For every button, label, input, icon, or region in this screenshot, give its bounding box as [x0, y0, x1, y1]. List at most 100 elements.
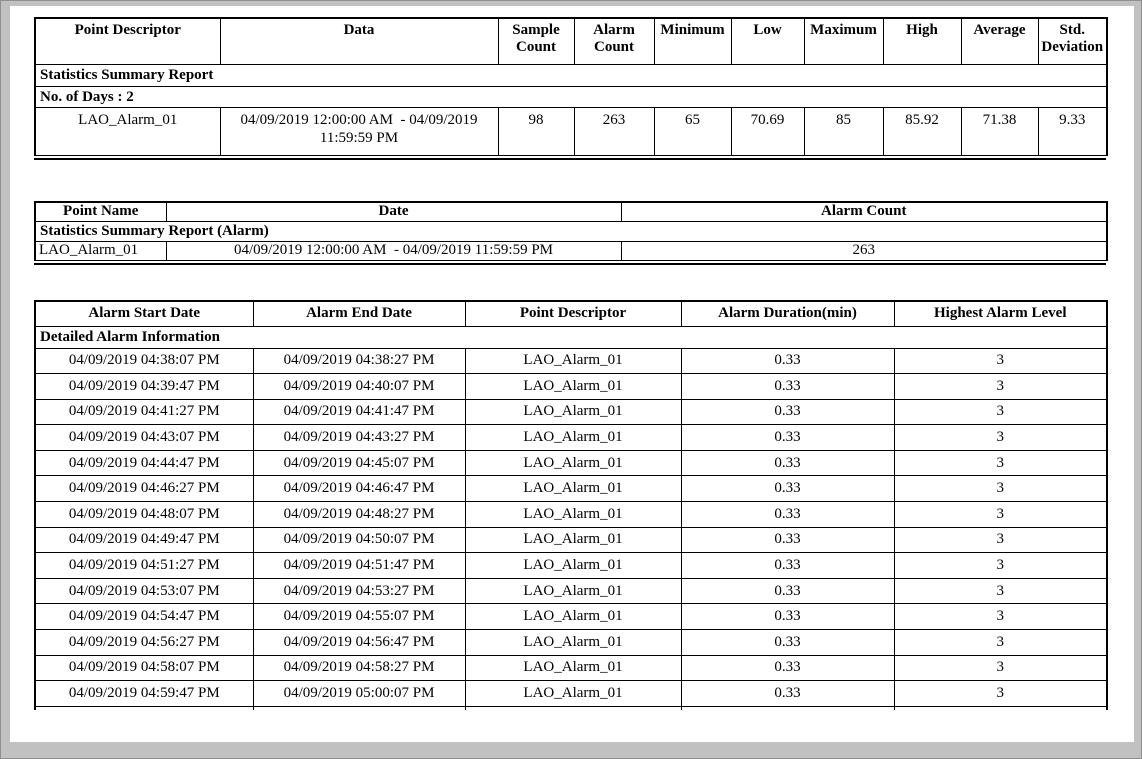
alarm-row: 04/09/2019 04:39:47 PM 04/09/2019 04:40:…	[35, 374, 1107, 400]
alarm-duration-cell: 0.33	[681, 553, 894, 579]
alarm-summary-title: Statistics Summary Report (Alarm)	[35, 221, 1107, 241]
alarm-row: 04/09/2019 04:44:47 PM 04/09/2019 04:45:…	[35, 450, 1107, 476]
alarm-duration-cell: 0.33	[681, 604, 894, 630]
alarm-summary-data-row: LAO_Alarm_01 04/09/2019 12:00:00 AM - 04…	[35, 241, 1107, 260]
highest-alarm-level-cell: 3	[894, 502, 1107, 528]
highest-alarm-level-cell: 3	[894, 630, 1107, 656]
sample-count-value: 98	[498, 107, 574, 155]
point-name-value: LAO_Alarm_01	[35, 241, 166, 260]
col-point-descriptor-3: Point Descriptor	[465, 301, 681, 326]
alarm-count-value: 263	[574, 107, 654, 155]
alarm-row: 04/09/2019 04:38:07 PM 04/09/2019 04:38:…	[35, 348, 1107, 374]
days-row: No. of Days : 2	[35, 86, 1107, 107]
highest-alarm-level-cell: 3	[894, 578, 1107, 604]
col-sample-count: Sample Count	[498, 18, 574, 64]
alarm-start-date-cell: 04/09/2019 04:51:27 PM	[35, 553, 253, 579]
col-date: Date	[166, 202, 621, 221]
summary-title-row: Statistics Summary Report	[35, 64, 1107, 86]
detailed-alarm-title-row: Detailed Alarm Information	[35, 326, 1107, 348]
col-alarm-end-date: Alarm End Date	[253, 301, 465, 326]
table-cutoff-row	[35, 706, 1107, 710]
alarm-start-date-cell: 04/09/2019 04:43:07 PM	[35, 425, 253, 451]
detailed-alarm-title: Detailed Alarm Information	[35, 326, 1107, 348]
table-cutoff-stub	[465, 706, 681, 710]
alarm-row: 04/09/2019 04:54:47 PM 04/09/2019 04:55:…	[35, 604, 1107, 630]
alarm-end-date-cell: 04/09/2019 04:41:47 PM	[253, 399, 465, 425]
data-range-line2: 11:59:59 PM	[223, 129, 496, 147]
alarm-end-date-cell: 04/09/2019 05:00:07 PM	[253, 681, 465, 707]
high-value: 85.92	[883, 107, 961, 155]
detailed-alarm-rows: 04/09/2019 04:38:07 PM 04/09/2019 04:38:…	[35, 348, 1107, 706]
highest-alarm-level-cell: 3	[894, 604, 1107, 630]
col-maximum: Maximum	[804, 18, 883, 64]
point-descriptor-cell: LAO_Alarm_01	[465, 681, 681, 707]
detailed-alarm-table: Detailed Alarm Information Alarm Start D…	[34, 300, 1108, 710]
alarm-duration-cell: 0.33	[681, 476, 894, 502]
alarm-end-date-cell: 04/09/2019 04:51:47 PM	[253, 553, 465, 579]
point-descriptor-cell: LAO_Alarm_01	[465, 502, 681, 528]
alarm-start-date-cell: 04/09/2019 04:54:47 PM	[35, 604, 253, 630]
data-range-value: 04/09/2019 12:00:00 AM - 04/09/2019 11:5…	[220, 107, 498, 155]
point-descriptor-cell: LAO_Alarm_01	[465, 399, 681, 425]
col-alarm-count: Alarm Count	[574, 18, 654, 64]
col-point-name: Point Name	[35, 202, 166, 221]
report-viewer: Statistics Summary Report No. of Days : …	[0, 0, 1142, 759]
table-cutoff-stub	[894, 706, 1107, 710]
statistics-summary-table: Statistics Summary Report No. of Days : …	[34, 17, 1108, 156]
alarm-end-date-cell: 04/09/2019 04:56:47 PM	[253, 630, 465, 656]
table-cutoff-stub	[681, 706, 894, 710]
alarm-start-date-cell: 04/09/2019 04:49:47 PM	[35, 527, 253, 553]
alarm-start-date-cell: 04/09/2019 04:46:27 PM	[35, 476, 253, 502]
highest-alarm-level-cell: 3	[894, 399, 1107, 425]
alarm-end-date-cell: 04/09/2019 04:55:07 PM	[253, 604, 465, 630]
alarm-summary-section: Statistics Summary Report (Alarm) Point …	[34, 201, 1106, 265]
alarm-duration-cell: 0.33	[681, 655, 894, 681]
point-descriptor-cell: LAO_Alarm_01	[465, 527, 681, 553]
alarm-start-date-cell: 04/09/2019 04:53:07 PM	[35, 578, 253, 604]
alarm-duration-cell: 0.33	[681, 578, 894, 604]
point-descriptor-cell: LAO_Alarm_01	[465, 553, 681, 579]
alarm-end-date-cell: 04/09/2019 04:38:27 PM	[253, 348, 465, 374]
point-descriptor-cell: LAO_Alarm_01	[465, 604, 681, 630]
col-std-deviation: Std. Deviation	[1038, 18, 1107, 64]
summary-header-row: Point Descriptor Data Sample Count Alarm…	[35, 18, 1107, 64]
highest-alarm-level-cell: 3	[894, 348, 1107, 374]
detailed-alarm-section: Detailed Alarm Information Alarm Start D…	[34, 300, 1108, 710]
alarm-duration-cell: 0.33	[681, 374, 894, 400]
col-low: Low	[731, 18, 804, 64]
alarm-row: 04/09/2019 04:59:47 PM 04/09/2019 05:00:…	[35, 681, 1107, 707]
alarm-summary-title-row: Statistics Summary Report (Alarm)	[35, 221, 1107, 241]
alarm-row: 04/09/2019 04:51:27 PM 04/09/2019 04:51:…	[35, 553, 1107, 579]
point-descriptor-cell: LAO_Alarm_01	[465, 578, 681, 604]
summary-report-title: Statistics Summary Report	[35, 64, 1107, 86]
point-descriptor-cell: LAO_Alarm_01	[465, 450, 681, 476]
highest-alarm-level-cell: 3	[894, 553, 1107, 579]
alarm-end-date-cell: 04/09/2019 04:43:27 PM	[253, 425, 465, 451]
point-descriptor-cell: LAO_Alarm_01	[465, 425, 681, 451]
std-deviation-value: 9.33	[1038, 107, 1107, 155]
detailed-alarm-header-row: Alarm Start Date Alarm End Date Point De…	[35, 301, 1107, 326]
alarm-row: 04/09/2019 04:49:47 PM 04/09/2019 04:50:…	[35, 527, 1107, 553]
col-highest-alarm-level: Highest Alarm Level	[894, 301, 1107, 326]
highest-alarm-level-cell: 3	[894, 681, 1107, 707]
alarm-duration-cell: 0.33	[681, 425, 894, 451]
alarm-start-date-cell: 04/09/2019 04:44:47 PM	[35, 450, 253, 476]
summary-data-row: LAO_Alarm_01 04/09/2019 12:00:00 AM - 04…	[35, 107, 1107, 155]
col-data: Data	[220, 18, 498, 64]
low-value: 70.69	[731, 107, 804, 155]
alarm-end-date-cell: 04/09/2019 04:45:07 PM	[253, 450, 465, 476]
alarm-start-date-cell: 04/09/2019 04:48:07 PM	[35, 502, 253, 528]
alarm-duration-cell: 0.33	[681, 527, 894, 553]
maximum-value: 85	[804, 107, 883, 155]
point-descriptor-value: LAO_Alarm_01	[35, 107, 220, 155]
alarm-row: 04/09/2019 04:48:07 PM 04/09/2019 04:48:…	[35, 502, 1107, 528]
alarm-end-date-cell: 04/09/2019 04:58:27 PM	[253, 655, 465, 681]
highest-alarm-level-cell: 3	[894, 425, 1107, 451]
col-alarm-start-date: Alarm Start Date	[35, 301, 253, 326]
alarm-row: 04/09/2019 04:58:07 PM 04/09/2019 04:58:…	[35, 655, 1107, 681]
point-descriptor-cell: LAO_Alarm_01	[465, 630, 681, 656]
days-count-label: No. of Days : 2	[35, 86, 1107, 107]
alarm-duration-cell: 0.33	[681, 502, 894, 528]
table-cutoff-stub	[35, 706, 253, 710]
data-range-line1: 04/09/2019 12:00:00 AM - 04/09/2019	[223, 111, 496, 129]
